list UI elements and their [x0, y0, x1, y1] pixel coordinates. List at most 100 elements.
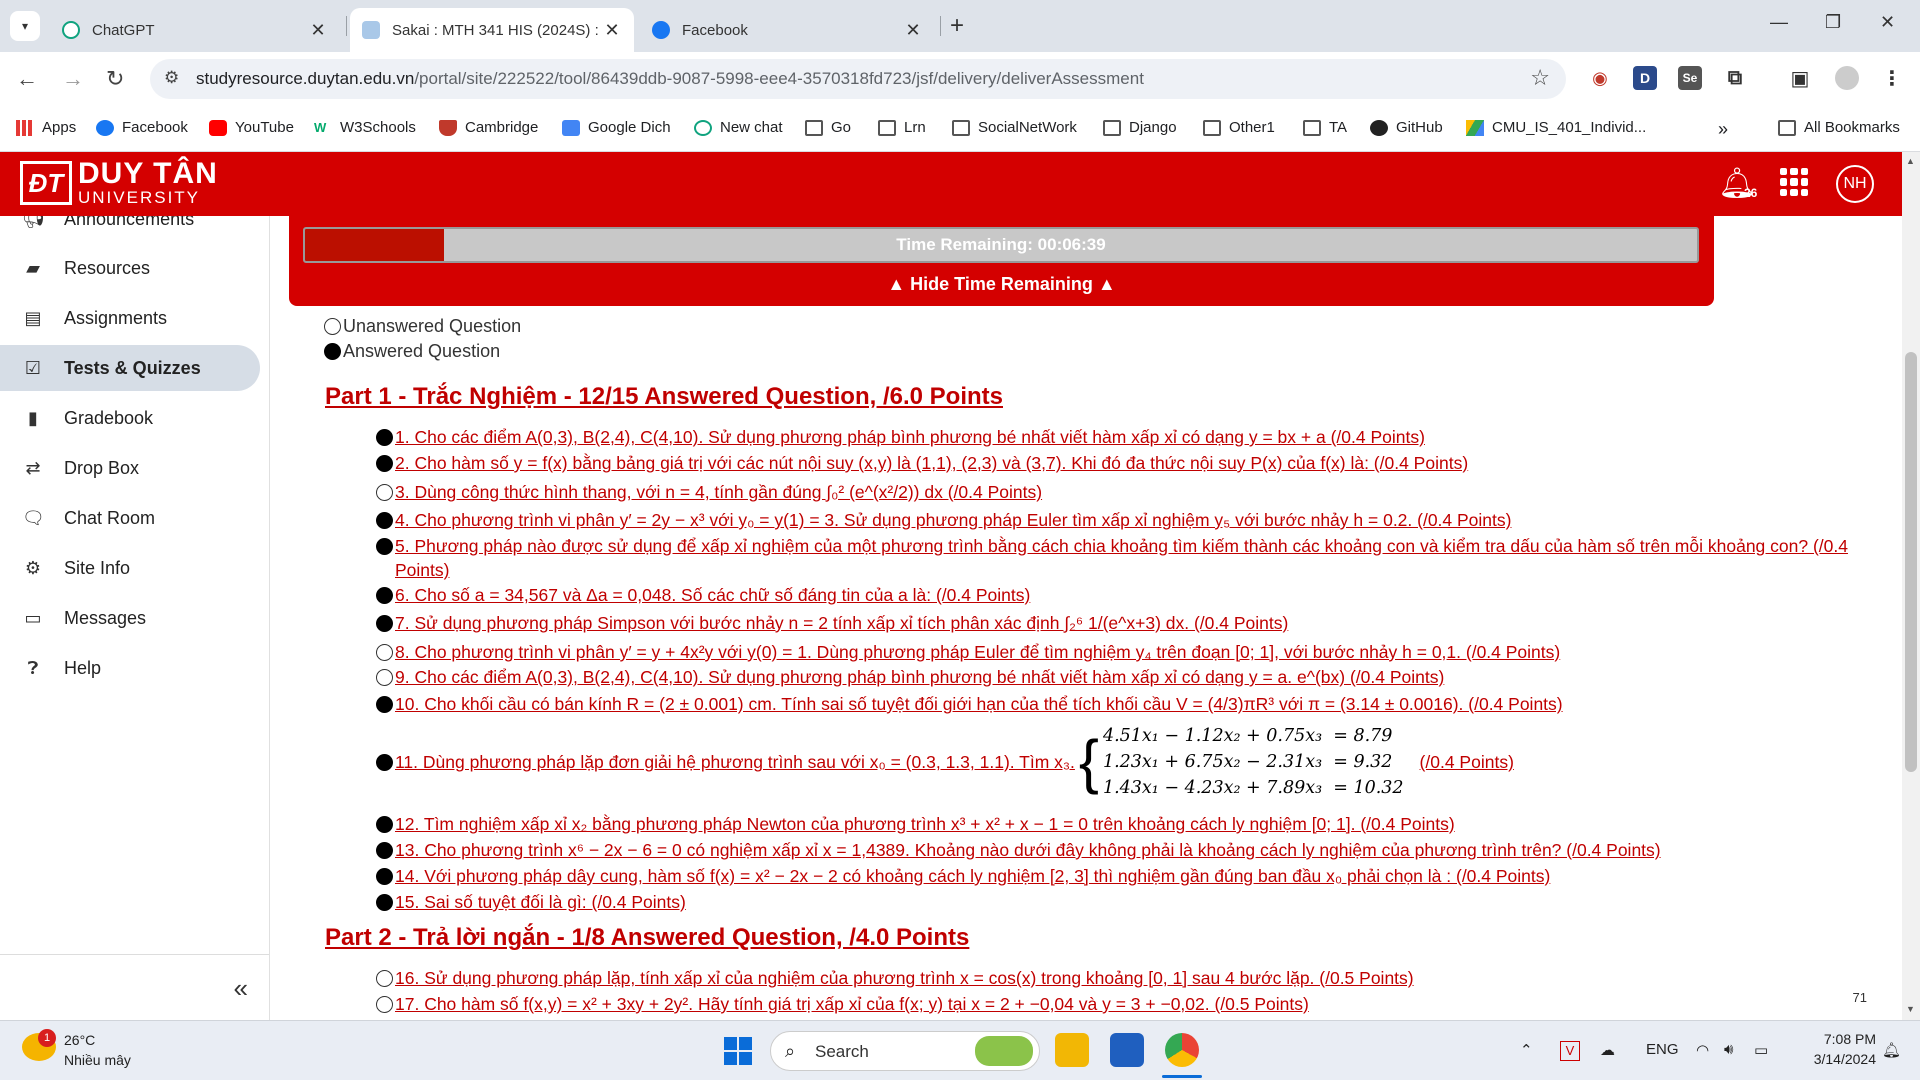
new-tab-button[interactable]: + — [950, 12, 964, 40]
tab-search-button[interactable]: ▾ — [10, 11, 40, 41]
sidebar-item-gradebook[interactable]: ▮ Gradebook — [0, 395, 260, 441]
sidebar-item-help[interactable]: ❓︎ Help — [0, 645, 260, 691]
d-extension-icon[interactable]: D — [1633, 66, 1657, 90]
file-explorer-icon[interactable] — [1055, 1033, 1089, 1067]
question-item-9[interactable]: 9. Cho các điểm A(0,3), B(2,4), C(4,10).… — [376, 665, 1876, 689]
back-button[interactable]: ← — [16, 66, 38, 92]
question-item-16[interactable]: 16. Sử dụng phương pháp lặp, tính xấp xỉ… — [376, 966, 1876, 990]
sidebar-item-announcements[interactable]: 📢︎ Announcements — [0, 216, 260, 242]
question-link[interactable]: 15. Sai số tuyệt đối là gì: (/0.4 Points… — [395, 890, 686, 914]
bookmark-apps[interactable]: Apps — [16, 119, 76, 136]
sidebar-item-tests-quizzes[interactable]: ☑ Tests & Quizzes — [0, 345, 260, 391]
show-hidden-icons-icon[interactable]: ⌃ — [1520, 1041, 1533, 1059]
close-window-button[interactable]: ✕ — [1880, 12, 1895, 33]
bookmark-folder-lrn[interactable]: Lrn — [878, 119, 926, 136]
question-item-14[interactable]: 14. Với phương pháp dây cung, hàm số f(x… — [376, 864, 1876, 888]
shield-extension-icon[interactable]: ◉ — [1588, 66, 1612, 90]
question-item-5[interactable]: 5. Phương pháp nào được sử dụng để xấp x… — [376, 534, 1876, 582]
bookmark-folder-other1[interactable]: Other1 — [1203, 119, 1275, 136]
close-icon[interactable]: ✕ — [602, 20, 622, 41]
all-bookmarks-button[interactable]: All Bookmarks — [1778, 119, 1900, 136]
question-item-10[interactable]: 10. Cho khối cầu có bán kính R = (2 ± 0.… — [376, 692, 1876, 716]
clock-date[interactable]: 3/14/2024 — [1796, 1051, 1876, 1067]
question-item-3[interactable]: 3. Dùng công thức hình thang, với n = 4,… — [376, 480, 1876, 504]
bookmark-folder-ta[interactable]: TA — [1303, 119, 1347, 136]
se-extension-icon[interactable]: Se — [1678, 66, 1702, 90]
tab-facebook[interactable]: Facebook ✕ — [640, 8, 935, 52]
apps-grid-icon[interactable] — [1780, 168, 1808, 196]
tab-sakai[interactable]: Sakai : MTH 341 HIS (2024S) : Te ✕ — [350, 8, 634, 52]
question-link[interactable]: 9. Cho các điểm A(0,3), B(2,4), C(4,10).… — [395, 665, 1444, 689]
close-icon[interactable]: ✕ — [308, 20, 328, 41]
question-link[interactable]: 17. Cho hàm số f(x,y) = x² + 3xy + 2y². … — [395, 992, 1309, 1016]
question-link[interactable]: 8. Cho phương trình vi phân y′ = y + 4x²… — [395, 640, 1560, 664]
hide-time-remaining-link[interactable]: ▲ Hide Time Remaining ▲ — [289, 274, 1714, 295]
avatar[interactable]: NH — [1836, 165, 1874, 203]
question-item-2[interactable]: 2. Cho hàm số y = f(x) bằng bảng giá trị… — [376, 451, 1876, 475]
question-item-8[interactable]: 8. Cho phương trình vi phân y′ = y + 4x²… — [376, 640, 1876, 664]
part2-title[interactable]: Part 2 - Trả lời ngắn - 1/8 Answered Que… — [325, 924, 969, 952]
site-info-icon[interactable]: ⚙ — [164, 68, 179, 88]
duytan-logo-mark-icon[interactable]: ĐT — [20, 161, 72, 205]
question-link[interactable]: 7. Sử dụng phương pháp Simpson với bước … — [395, 611, 1288, 635]
microsoft-store-icon[interactable] — [1110, 1033, 1144, 1067]
page-scrollbar[interactable]: ▲ ▼ — [1902, 152, 1920, 1020]
language-indicator[interactable]: ENG — [1646, 1041, 1679, 1058]
question-item-4[interactable]: 4. Cho phương trình vi phân y′ = 2y − x³… — [376, 508, 1876, 532]
sidebar-item-site-info[interactable]: ⚙ Site Info — [0, 545, 260, 591]
side-panel-icon[interactable]: ▣ — [1788, 66, 1812, 90]
close-icon[interactable]: ✕ — [903, 20, 923, 41]
scrollbar-thumb[interactable] — [1905, 352, 1917, 772]
question-link[interactable]: 2. Cho hàm số y = f(x) bằng bảng giá trị… — [395, 451, 1468, 475]
vivaldi-tray-icon[interactable]: V — [1560, 1041, 1580, 1061]
question-link[interactable]: 16. Sử dụng phương pháp lặp, tính xấp xỉ… — [395, 966, 1414, 990]
bookmark-folder-django[interactable]: Django — [1103, 119, 1177, 136]
onedrive-cloud-icon[interactable]: ☁ — [1600, 1041, 1615, 1059]
bookmark-google-dich[interactable]: Google Dich — [562, 119, 671, 136]
scroll-up-arrow-icon[interactable]: ▲ — [1906, 156, 1915, 166]
bookmark-folder-socialnetwork[interactable]: SocialNetWork — [952, 119, 1077, 136]
sidebar-item-resources[interactable]: ▰ Resources — [0, 245, 260, 291]
question-link[interactable]: 12. Tìm nghiệm xấp xỉ x₂ bằng phương phá… — [395, 812, 1455, 836]
clock-time[interactable]: 7:08 PM — [1796, 1031, 1876, 1047]
url-text[interactable]: studyresource.duytan.edu.vn/portal/site/… — [196, 69, 1144, 89]
sidebar-item-assignments[interactable]: ▤ Assignments — [0, 295, 260, 341]
weather-description[interactable]: Nhiều mây — [64, 1052, 131, 1068]
extensions-puzzle-icon[interactable]: ⧉ — [1723, 66, 1747, 90]
question-link[interactable]: 3. Dùng công thức hình thang, với n = 4,… — [395, 480, 1042, 504]
collapse-button[interactable]: « — [234, 973, 248, 1004]
question-link[interactable]: 4. Cho phương trình vi phân y′ = 2y − x³… — [395, 508, 1511, 532]
bookmark-facebook[interactable]: Facebook — [96, 119, 188, 136]
forward-button[interactable]: → — [62, 66, 84, 92]
question-item-17[interactable]: 17. Cho hàm số f(x,y) = x² + 3xy + 2y². … — [376, 992, 1876, 1016]
sidebar-item-messages[interactable]: ▭ Messages — [0, 595, 260, 641]
question-item-1[interactable]: 1. Cho các điểm A(0,3), B(2,4), C(4,10).… — [376, 425, 1876, 449]
question-item-15[interactable]: 15. Sai số tuyệt đối là gì: (/0.4 Points… — [376, 890, 1876, 914]
part1-title[interactable]: Part 1 - Trắc Nghiệm - 12/15 Answered Qu… — [325, 383, 1003, 411]
scroll-down-arrow-icon[interactable]: ▼ — [1906, 1004, 1915, 1014]
question-item-7[interactable]: 7. Sử dụng phương pháp Simpson với bước … — [376, 611, 1876, 635]
question-item-13[interactable]: 13. Cho phương trình x⁶ − 2x − 6 = 0 có … — [376, 838, 1876, 862]
wifi-icon[interactable]: ◠ — [1696, 1041, 1709, 1059]
bookmark-star-icon[interactable]: ☆ — [1530, 65, 1550, 91]
bookmark-github[interactable]: GitHub — [1370, 119, 1443, 136]
bookmark-new-chat[interactable]: New chat — [694, 119, 783, 136]
question-item-6[interactable]: 6. Cho số a = 34,567 và Δa = 0,048. Số c… — [376, 583, 1876, 607]
bookmarks-overflow-button[interactable]: » — [1718, 119, 1728, 140]
question-item-11[interactable]: 11. Dùng phương pháp lặp đơn giải hệ phư… — [376, 722, 1876, 802]
question-item-12[interactable]: 12. Tìm nghiệm xấp xỉ x₂ bằng phương phá… — [376, 812, 1876, 836]
chrome-icon[interactable] — [1165, 1033, 1199, 1067]
restore-button[interactable]: ❐ — [1825, 12, 1841, 33]
question-link[interactable]: 11. Dùng phương pháp lặp đơn giải hệ phư… — [395, 750, 1075, 774]
profile-icon[interactable] — [1835, 66, 1859, 90]
question-link[interactable]: 14. Với phương pháp dây cung, hàm số f(x… — [395, 864, 1550, 888]
address-bar[interactable]: ⚙ studyresource.duytan.edu.vn/portal/sit… — [150, 59, 1566, 99]
question-link[interactable]: 13. Cho phương trình x⁶ − 2x − 6 = 0 có … — [395, 838, 1661, 862]
question-link[interactable]: 10. Cho khối cầu có bán kính R = (2 ± 0.… — [395, 692, 1563, 716]
bookmark-youtube[interactable]: YouTube — [209, 119, 294, 136]
question-link[interactable]: 1. Cho các điểm A(0,3), B(2,4), C(4,10).… — [395, 425, 1425, 449]
bookmark-cmu[interactable]: CMU_IS_401_Individ... — [1466, 119, 1646, 136]
bookmark-folder-go[interactable]: Go — [805, 119, 851, 136]
windows-start-icon[interactable] — [724, 1037, 752, 1065]
reload-button[interactable]: ↻ — [106, 66, 124, 92]
